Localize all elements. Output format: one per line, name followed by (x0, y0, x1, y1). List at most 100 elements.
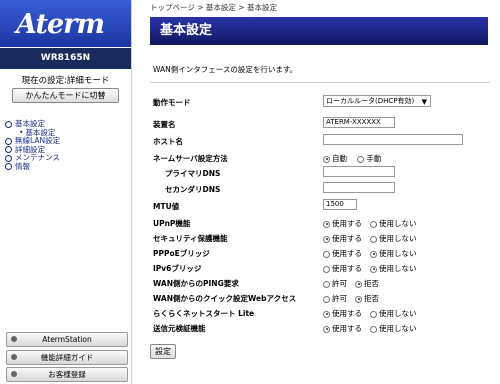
radio-option[interactable]: 使用する (323, 233, 362, 244)
radio-group: 使用する 使用しない (323, 263, 425, 274)
radio-option[interactable]: 使用する (323, 323, 362, 334)
circle-icon (11, 336, 17, 342)
radio-row-label: IPv6ブリッジ (153, 264, 202, 273)
host-name-label: ホスト名 (153, 137, 183, 146)
main-content: トップページ > 基本設定 > 基本設定 基本設定 WAN側インタフェースの設定… (145, 0, 500, 384)
radio-row-label: UPnP機能 (153, 219, 191, 228)
radio-group: 許可 拒否 (323, 278, 387, 289)
radio-icon (355, 280, 362, 288)
page-title: 基本設定 (150, 17, 488, 45)
radio-group: 使用する 使用しない (323, 248, 425, 259)
radio-icon (323, 325, 330, 333)
radio-option[interactable]: 使用する (323, 308, 362, 319)
nav-item-maintenance[interactable]: メンテナンス (5, 153, 60, 163)
primary-dns-label: プライマリDNS (165, 169, 221, 178)
radio-group: 使用する 使用しない (323, 233, 425, 244)
radio-row-label: セキュリティ保護機能 (153, 234, 228, 243)
dns-method-radios: 自動 手動 (323, 153, 389, 164)
mtu-row: MTU値 1500 (153, 199, 483, 213)
radio-group: 許可 拒否 (323, 293, 387, 304)
radio-icon (323, 265, 330, 273)
radio-row-label: 送信元検証機能 (153, 324, 206, 333)
radio-icon (370, 235, 377, 243)
nav-bullet-icon (5, 154, 12, 162)
radio-row: PPPoEブリッジ 使用する 使用しない (153, 246, 483, 260)
radio-option[interactable]: 使用しない (370, 323, 417, 334)
radio-row-label: WAN側からのクイック設定Webアクセス (153, 294, 297, 303)
radio-icon (357, 155, 365, 163)
function-guide-button[interactable]: 機能詳細ガイド (6, 350, 128, 365)
apply-button[interactable]: 設定 (150, 344, 176, 359)
radio-icon (323, 250, 330, 258)
host-name-input[interactable] (323, 134, 463, 145)
radio-icon (323, 295, 330, 303)
radio-option[interactable]: 拒否 (355, 278, 379, 289)
radio-icon (355, 295, 362, 303)
radio-option[interactable]: 使用する (323, 248, 362, 259)
radio-icon (323, 280, 330, 288)
radio-icon (323, 220, 330, 228)
divider (150, 82, 490, 83)
radio-row: らくらくネットスタート Lite 使用する 使用しない (153, 306, 483, 320)
radio-row: IPv6ブリッジ 使用する 使用しない (153, 261, 483, 275)
radio-option[interactable]: 許可 (323, 278, 347, 289)
radio-option[interactable]: 使用しない (370, 308, 417, 319)
radio-option[interactable]: 許可 (323, 293, 347, 304)
mtu-input[interactable]: 1500 (323, 199, 357, 210)
nav-item-info[interactable]: 情報 (5, 162, 60, 172)
model-name: WR8165N (0, 48, 131, 69)
op-mode-row: 動作モード ローカルルータ(DHCP有効) ▼ (153, 95, 483, 109)
radio-row: UPnP機能 使用する 使用しない (153, 216, 483, 230)
nav-bullet-icon (5, 163, 12, 170)
dns-auto-option[interactable]: 自動 (323, 153, 347, 164)
dns-manual-option[interactable]: 手動 (357, 153, 381, 164)
radio-icon (370, 250, 377, 258)
circle-icon (11, 354, 17, 360)
radio-option[interactable]: 使用しない (370, 248, 417, 259)
radio-icon (370, 310, 377, 318)
op-mode-select[interactable]: ローカルルータ(DHCP有効) ▼ (323, 95, 431, 107)
page-description: WAN側インタフェースの設定を行います。 (153, 65, 298, 74)
radio-group: 使用する 使用しない (323, 323, 425, 334)
dns-method-row: ネームサーバ設定方法 自動 手動 (153, 151, 483, 165)
radio-icon (323, 310, 330, 318)
mode-box: 現在の設定:詳細モード かんたんモードに切替 (4, 74, 127, 103)
radio-row-label: WAN側からのPING要求 (153, 279, 239, 288)
nav-bullet-icon (5, 146, 12, 153)
brand-logo: Aterm (0, 0, 131, 47)
radio-row: WAN側からのPING要求 許可 拒否 (153, 276, 483, 290)
mtu-label: MTU値 (153, 202, 180, 211)
radio-option[interactable]: 使用しない (370, 218, 417, 229)
device-name-input[interactable]: ATERM-XXXXXX (323, 117, 395, 128)
circle-icon (11, 371, 17, 377)
secondary-dns-row: セカンダリDNS (153, 182, 483, 196)
breadcrumb: トップページ > 基本設定 > 基本設定 (150, 3, 277, 12)
radio-row: セキュリティ保護機能 使用する 使用しない (153, 231, 483, 245)
nav-bullet-icon (5, 120, 12, 128)
primary-dns-input[interactable] (323, 166, 395, 177)
nav-menu: 基本設定 基本設定 無線LAN設定 詳細設定 メンテナンス 情報 (5, 119, 60, 172)
device-name-label: 装置名 (153, 120, 176, 129)
current-mode-label: 現在の設定:詳細モード (21, 76, 110, 86)
radio-group: 使用する 使用しない (323, 308, 425, 319)
radio-icon (370, 325, 377, 333)
switch-mode-button[interactable]: かんたんモードに切替 (12, 88, 119, 103)
radio-option[interactable]: 使用する (323, 218, 362, 229)
radio-icon (370, 265, 377, 273)
nav-bullet-icon (5, 137, 12, 145)
radio-row: WAN側からのクイック設定Webアクセス 許可 拒否 (153, 291, 483, 305)
primary-dns-row: プライマリDNS (153, 166, 483, 180)
secondary-dns-input[interactable] (323, 182, 395, 193)
radio-row-label: らくらくネットスタート Lite (153, 309, 255, 318)
aterm-station-button[interactable]: AtermStation (6, 332, 128, 347)
brand-name: Aterm (16, 9, 105, 40)
op-mode-label: 動作モード (153, 98, 191, 107)
radio-option[interactable]: 拒否 (355, 293, 379, 304)
device-name-row: 装置名 ATERM-XXXXXX (153, 117, 483, 131)
dns-method-label: ネームサーバ設定方法 (153, 154, 228, 163)
radio-option[interactable]: 使用する (323, 263, 362, 274)
customer-registration-button[interactable]: お客様登録 (6, 367, 128, 382)
radio-icon (323, 235, 330, 243)
radio-option[interactable]: 使用しない (370, 233, 417, 244)
radio-option[interactable]: 使用しない (370, 263, 417, 274)
